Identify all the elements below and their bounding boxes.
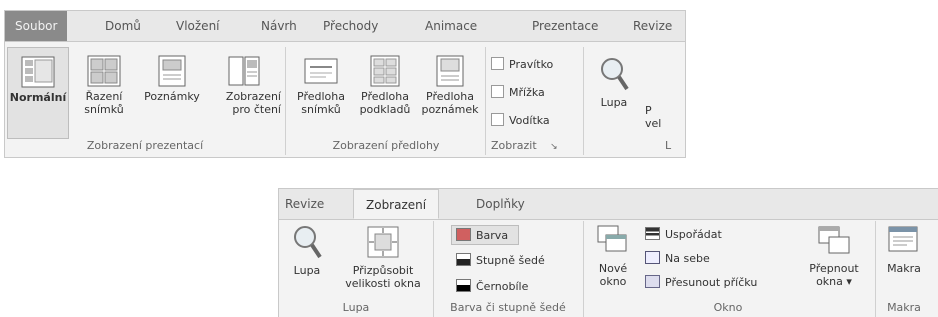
switch-windows-icon (818, 226, 850, 254)
macros-label: Makra (887, 262, 921, 275)
checkbox-guides-label: Vodítka (509, 114, 550, 127)
fit-to-window-label: Přizpůsobit velikosti okna (345, 264, 421, 290)
grayscale-label: Stupně šedé (476, 254, 545, 267)
handout-master-button[interactable]: Předloha podkladů (353, 55, 417, 116)
cascade-icon (645, 251, 660, 264)
group-separator (285, 47, 286, 155)
checkbox-gridlines-label: Mřížka (509, 86, 545, 99)
color-button[interactable]: Barva (451, 225, 520, 245)
fit-to-window-button[interactable]: Přizpůsobit velikosti okna (335, 223, 431, 290)
macros-icon (888, 226, 918, 252)
normal-view-icon (21, 56, 55, 88)
move-split-icon (645, 275, 660, 288)
switch-windows-label: Přepnout okna ▾ (809, 262, 859, 288)
arrange-all-button[interactable]: Uspořádat (645, 227, 722, 241)
slide-sorter-icon (87, 55, 121, 87)
reading-view-label: Zobrazení pro čtení (225, 90, 281, 116)
move-split-label: Přesunout příčku (665, 276, 758, 289)
tab-revize[interactable]: Revize (285, 189, 324, 219)
notes-master-button[interactable]: Předloha poznámek (417, 55, 483, 116)
group-label-lupa-partial: L (665, 139, 672, 152)
handout-master-label: Předloha podkladů (359, 90, 411, 116)
arrange-all-icon (645, 227, 660, 240)
group-label-barva: Barva či stupně šedé (450, 301, 566, 314)
tab-domu[interactable]: Domů (105, 11, 141, 41)
zoom-label: Lupa (600, 96, 628, 109)
group-label-lupa: Lupa (342, 301, 370, 314)
switch-windows-button[interactable]: Přepnout okna ▾ (801, 223, 867, 288)
grayscale-icon (456, 253, 471, 266)
zoom-button[interactable]: Lupa (283, 223, 331, 277)
group-separator (485, 47, 486, 155)
fit-window-button-partial[interactable]: P vel (645, 104, 685, 130)
notes-master-label: Předloha poznámek (421, 90, 479, 116)
ribbon-top: Soubor Domů Vložení Návrh Přechody Anima… (4, 10, 686, 158)
notes-page-button[interactable]: Poznámky (137, 55, 207, 103)
magnifier-icon (601, 58, 629, 91)
reading-view-icon (228, 56, 260, 86)
cascade-label: Na sebe (665, 252, 710, 265)
grayscale-button[interactable]: Stupně šedé (456, 253, 545, 267)
slide-master-button[interactable]: Předloha snímků (289, 55, 353, 116)
dialog-launcher-icon[interactable]: ↘ (550, 142, 558, 152)
fit-window-label-partial: P vel (645, 104, 662, 130)
ribbon-tabs: Soubor Domů Vložení Návrh Přechody Anima… (5, 11, 685, 42)
tab-navrh[interactable]: Návrh (261, 11, 297, 41)
ribbon-bottom: Revize Zobrazení Doplňky Lupa Přizpůsobi… (278, 188, 938, 317)
checkbox-ruler-label: Pravítko (509, 58, 554, 71)
group-label-prezentaci: Zobrazení prezentací (86, 139, 204, 152)
group-label-predlohy: Zobrazení předlohy (332, 139, 440, 152)
notes-page-icon (158, 55, 186, 87)
group-label-makra: Makra (887, 301, 921, 314)
notes-page-label: Poznámky (144, 90, 200, 103)
normal-view-label: Normální (9, 91, 67, 104)
fit-to-window-icon (367, 226, 399, 258)
tab-zobrazeni[interactable]: Zobrazení (353, 189, 440, 219)
zoom-button[interactable]: Lupa (589, 55, 639, 109)
slide-sorter-label: Řazení snímků (84, 90, 124, 116)
color-label: Barva (476, 229, 509, 242)
magnifier-icon (294, 226, 322, 259)
group-separator (583, 47, 584, 155)
tab-soubor[interactable]: Soubor (5, 11, 68, 41)
normal-view-button[interactable]: Normální (7, 47, 69, 139)
group-label-zobrazit: Zobrazit ↘ (491, 139, 558, 152)
move-split-button[interactable]: Přesunout příčku (645, 275, 757, 289)
checkbox-gridlines[interactable]: Mřížka (491, 85, 545, 99)
new-window-label: Nové okno (598, 262, 628, 288)
handout-master-icon (370, 55, 400, 87)
slide-master-icon (304, 58, 338, 84)
checkbox-box[interactable] (491, 113, 504, 126)
ribbon-tabs: Revize Zobrazení Doplňky (279, 189, 938, 220)
cascade-button[interactable]: Na sebe (645, 251, 710, 265)
slide-sorter-button[interactable]: Řazení snímků (71, 55, 137, 116)
group-label-okno: Okno (713, 301, 743, 314)
tab-prezentace[interactable]: Prezentace (532, 11, 598, 41)
color-swatch-icon (456, 228, 471, 241)
checkbox-box[interactable] (491, 85, 504, 98)
black-white-button[interactable]: Černobíle (456, 279, 528, 293)
notes-master-icon (436, 55, 464, 87)
macros-button[interactable]: Makra (879, 223, 929, 275)
black-white-icon (456, 279, 471, 292)
tab-animace[interactable]: Animace (425, 11, 477, 41)
reading-view-button[interactable]: Zobrazení pro čtení (207, 55, 281, 116)
tab-vlozeni[interactable]: Vložení (176, 11, 220, 41)
new-window-icon (597, 225, 627, 252)
checkbox-guides[interactable]: Vodítka (491, 113, 550, 127)
slide-master-label: Předloha snímků (297, 90, 345, 116)
tab-prechody[interactable]: Přechody (323, 11, 378, 41)
checkbox-box[interactable] (491, 57, 504, 70)
group-separator (875, 221, 876, 317)
new-window-button[interactable]: Nové okno (589, 223, 637, 288)
black-white-label: Černobíle (476, 280, 529, 293)
tab-revize[interactable]: Revize (633, 11, 672, 41)
arrange-all-label: Uspořádat (665, 228, 722, 241)
checkbox-ruler[interactable]: Pravítko (491, 57, 553, 71)
zoom-label: Lupa (293, 264, 321, 277)
tab-doplnky[interactable]: Doplňky (476, 189, 525, 219)
